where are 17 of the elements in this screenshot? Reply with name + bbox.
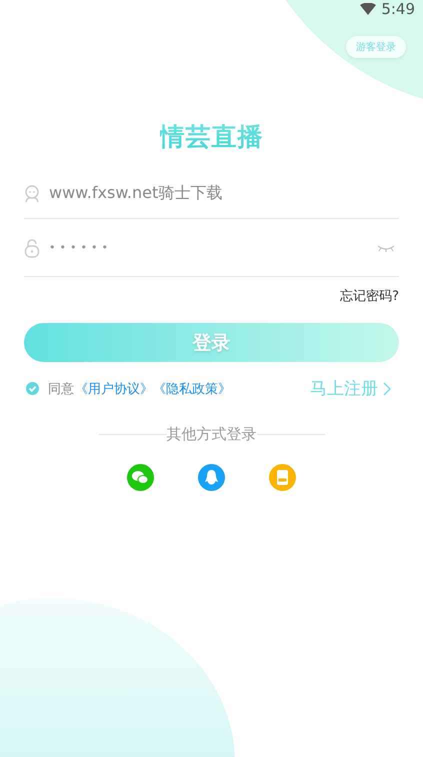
agreement-text: 同意 bbox=[48, 380, 74, 398]
username-field[interactable]: www.fxsw.net骑士下载 bbox=[49, 183, 399, 204]
lock-icon bbox=[24, 238, 40, 258]
penguin-icon[interactable] bbox=[198, 464, 225, 491]
forgot-password-link[interactable]: 忘记密码? bbox=[340, 287, 399, 305]
policy-link[interactable]: 《隐私政策》 bbox=[153, 380, 231, 398]
user-icon bbox=[24, 184, 40, 202]
status-time: 5:49 bbox=[381, 0, 415, 18]
phone-icon[interactable] bbox=[269, 464, 296, 491]
chevron-right-icon bbox=[383, 382, 391, 396]
other-login-label: 其他方式登录 bbox=[166, 425, 256, 444]
password-field[interactable]: •••••• bbox=[49, 241, 377, 254]
checkbox[interactable] bbox=[26, 382, 39, 395]
eye-closed-icon[interactable] bbox=[377, 244, 395, 252]
wifi-icon bbox=[360, 3, 376, 15]
chat-bubbles-icon[interactable] bbox=[127, 464, 154, 491]
policy-link[interactable]: 《用户协议》 bbox=[75, 380, 153, 398]
